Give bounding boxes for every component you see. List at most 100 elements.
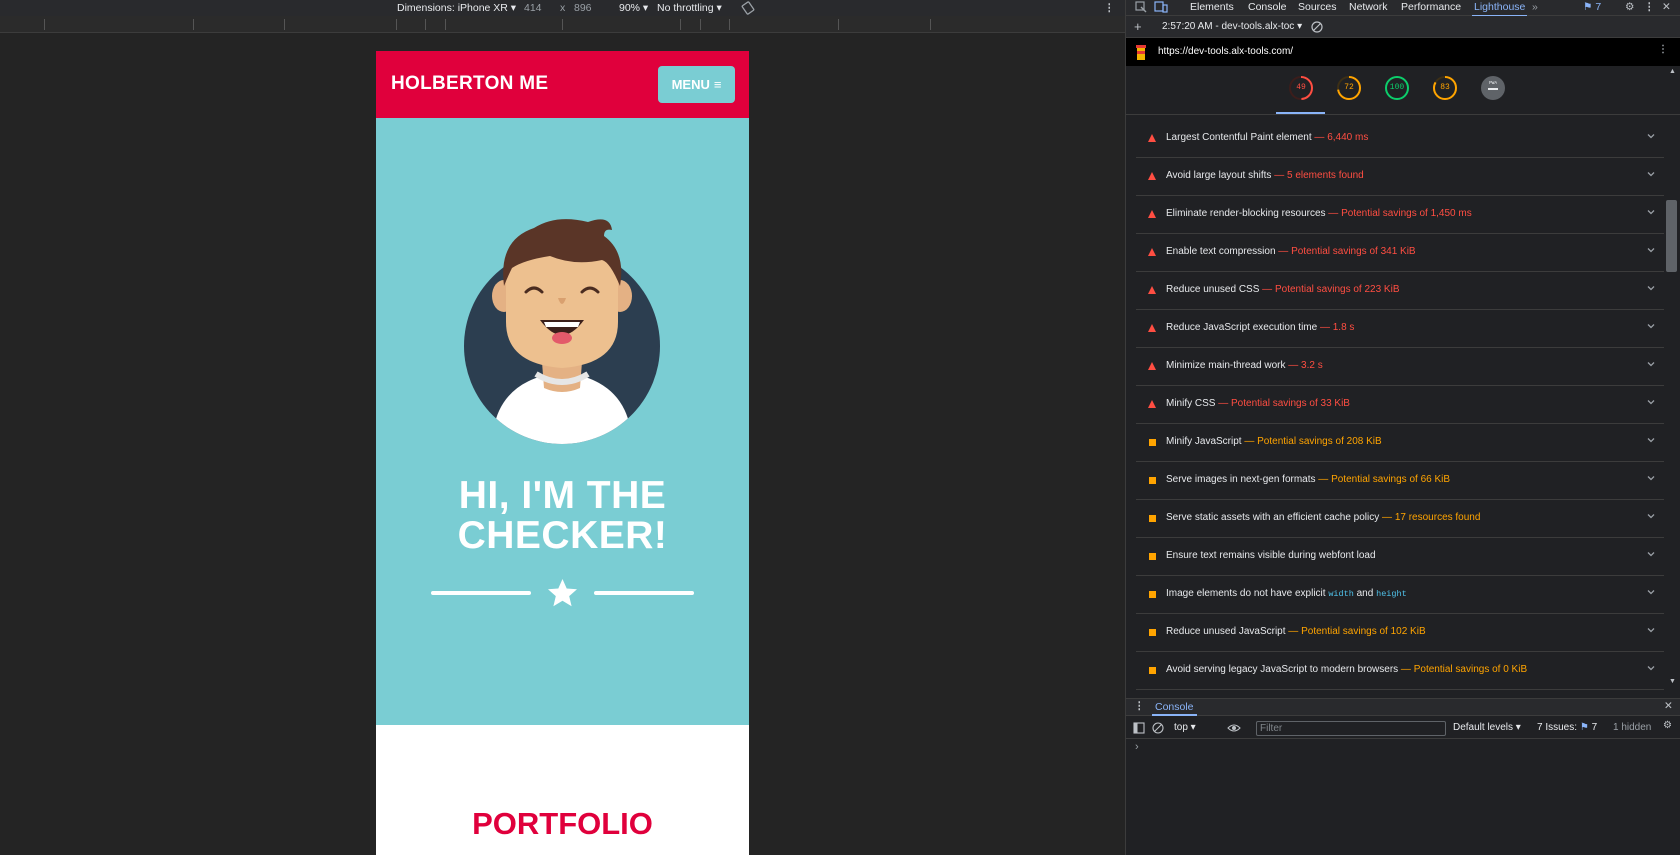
report-url-bar: https://dev-tools.alx-tools.com/ ⋮ (1126, 38, 1680, 66)
menu-button[interactable]: MENU ≡ (658, 66, 735, 103)
audit-item[interactable]: Minify JavaScript — Potential savings of… (1136, 424, 1664, 462)
zoom-select[interactable]: 90% ▾ (619, 2, 648, 14)
tab-performance[interactable]: Performance (1401, 1, 1461, 13)
device-height-input[interactable]: 896 (574, 2, 592, 14)
audit-item[interactable]: Minimize main-thread work — 3.2 s (1136, 348, 1664, 386)
chevron-down-icon[interactable] (1646, 131, 1656, 141)
audit-item[interactable]: Avoid large layout shifts — 5 elements f… (1136, 158, 1664, 196)
tab-elements[interactable]: Elements (1190, 1, 1234, 13)
chevron-down-icon[interactable] (1646, 283, 1656, 293)
scrollbar-thumb[interactable] (1666, 200, 1677, 272)
scroll-up-icon[interactable]: ▲ (1669, 68, 1676, 75)
inspect-icon[interactable] (1134, 0, 1148, 14)
audit-detail: — Potential savings of 66 KiB (1315, 474, 1451, 485)
ruler-tick (284, 19, 285, 30)
more-options-icon[interactable]: ⋮ (1104, 2, 1115, 14)
throttling-select[interactable]: No throttling ▾ (657, 2, 722, 14)
audit-item[interactable]: Eliminate render-blocking resources — Po… (1136, 196, 1664, 234)
chevron-down-icon[interactable] (1646, 245, 1656, 255)
console-issues-button[interactable]: 7 Issues: ⚑ 7 (1537, 722, 1597, 733)
audit-item[interactable]: Reduce unused CSS — Potential savings of… (1136, 272, 1664, 310)
chevron-down-icon[interactable] (1646, 625, 1656, 635)
chevron-down-icon[interactable] (1646, 207, 1656, 217)
audit-item[interactable]: Image elements do not have explicit widt… (1136, 576, 1664, 614)
selected-gauge-indicator (1276, 112, 1325, 114)
console-prompt[interactable]: › (1135, 741, 1139, 753)
audit-item[interactable]: Enable text compression — Potential savi… (1136, 234, 1664, 272)
customize-icon[interactable]: ⋮ (1644, 1, 1655, 13)
fail-triangle-icon (1148, 324, 1157, 333)
console-settings-icon[interactable]: ⚙ (1663, 720, 1672, 731)
audit-code-width: width (1328, 589, 1354, 599)
settings-icon[interactable]: ⚙ (1625, 1, 1634, 13)
ruler-tick (680, 19, 681, 30)
report-menu-icon[interactable]: ⋮ (1658, 44, 1668, 55)
audit-item[interactable]: Reduce JavaScript execution time — 1.8 s (1136, 310, 1664, 348)
chevron-down-icon[interactable] (1646, 663, 1656, 673)
fail-triangle-icon (1148, 248, 1157, 257)
ruler-tick (396, 19, 397, 30)
rotate-icon[interactable] (740, 0, 756, 16)
tab-console[interactable]: Console (1248, 1, 1287, 13)
chevron-down-icon[interactable] (1646, 359, 1656, 369)
audit-item[interactable]: Serve static assets with an efficient ca… (1136, 500, 1664, 538)
audit-detail: — Potential savings of 1,450 ms (1325, 208, 1472, 219)
chevron-down-icon[interactable] (1646, 587, 1656, 597)
tab-network[interactable]: Network (1349, 1, 1388, 13)
fail-triangle-icon (1148, 172, 1157, 181)
audit-item[interactable]: Minify CSS — Potential savings of 33 KiB (1136, 386, 1664, 424)
lighthouse-toolbar: + 2:57:20 AM - dev-tools.alx-toc ▾ (1126, 16, 1680, 38)
plus-icon[interactable]: + (1134, 19, 1142, 34)
report-url[interactable]: https://dev-tools.alx-tools.com/ (1158, 46, 1293, 57)
audit-item[interactable]: Ensure text remains visible during webfo… (1136, 538, 1664, 576)
console-filter-input[interactable]: Filter (1256, 721, 1446, 736)
audit-item[interactable]: Serve images in next-gen formats — Poten… (1136, 462, 1664, 500)
hero-title-line1: HI, I'M THE (458, 474, 667, 517)
device-select[interactable]: Dimensions: iPhone XR ▾ (397, 2, 516, 14)
dimension-separator: x (560, 2, 566, 14)
chevron-down-icon[interactable] (1646, 511, 1656, 521)
drawer-close-icon[interactable]: ✕ (1664, 700, 1673, 712)
tab-sources[interactable]: Sources (1298, 1, 1337, 13)
screen: Dimensions: iPhone XR ▾ 414 x 896 90% ▾ … (0, 0, 1680, 855)
report-select[interactable]: 2:57:20 AM - dev-tools.alx-toc ▾ (1162, 21, 1302, 32)
chevron-down-icon[interactable] (1646, 321, 1656, 331)
sidebar-toggle-icon[interactable] (1133, 722, 1145, 734)
fail-triangle-icon (1148, 134, 1157, 143)
console-toolbar: top ▾ Filter Default levels ▾ 7 Issues: … (1126, 717, 1680, 739)
fail-triangle-icon (1148, 286, 1157, 295)
audit-title: Minify JavaScript (1166, 436, 1242, 447)
close-icon[interactable]: ✕ (1662, 1, 1671, 13)
site-brand[interactable]: HOLBERTON ME (391, 73, 548, 95)
device-toggle-icon[interactable] (1154, 0, 1168, 14)
issues-counter[interactable]: ⚑ 7 (1583, 1, 1601, 13)
audit-item[interactable]: Reduce unused JavaScript — Potential sav… (1136, 614, 1664, 652)
more-tabs-icon[interactable]: » (1532, 1, 1538, 13)
audit-scrollbar[interactable]: ▲ ▼ (1664, 66, 1680, 692)
chevron-down-icon[interactable] (1646, 473, 1656, 483)
average-square-icon (1148, 514, 1157, 523)
hidden-count: 1 hidden (1613, 722, 1652, 733)
drawer-menu-icon[interactable]: ⋮ (1134, 700, 1145, 712)
clear-console-icon[interactable] (1152, 722, 1164, 734)
eye-icon[interactable] (1227, 722, 1241, 734)
chevron-down-icon[interactable] (1646, 397, 1656, 407)
chevron-down-icon[interactable] (1646, 549, 1656, 559)
chevron-down-icon[interactable] (1646, 435, 1656, 445)
drawer-tab-console[interactable]: Console (1152, 701, 1197, 716)
audit-item[interactable]: Largest Contentful Paint element — 6,440… (1136, 120, 1664, 158)
audit-title: Image elements do not have explicit (1166, 588, 1329, 599)
scroll-down-icon[interactable]: ▼ (1669, 678, 1676, 685)
tab-lighthouse[interactable]: Lighthouse (1471, 1, 1528, 17)
log-levels-select[interactable]: Default levels ▾ (1453, 722, 1521, 733)
device-width-input[interactable]: 414 (524, 2, 542, 14)
clear-icon[interactable] (1311, 21, 1323, 33)
device-emulation-pane: Dimensions: iPhone XR ▾ 414 x 896 90% ▾ … (0, 0, 1125, 855)
seo-score: 83 (1440, 83, 1450, 92)
context-select[interactable]: top ▾ (1174, 722, 1196, 733)
audit-title: Serve images in next-gen formats (1166, 474, 1316, 485)
performance-score: 49 (1296, 83, 1306, 92)
chevron-down-icon[interactable] (1646, 169, 1656, 179)
audit-title: Reduce unused JavaScript (1166, 626, 1286, 637)
audit-item[interactable]: Avoid serving legacy JavaScript to moder… (1136, 652, 1664, 690)
